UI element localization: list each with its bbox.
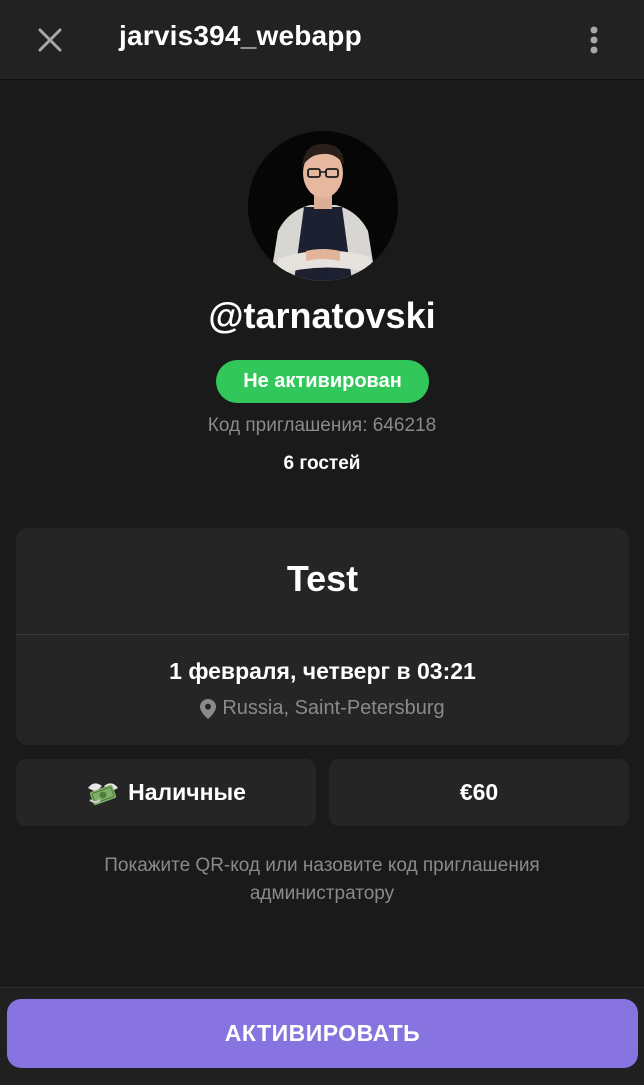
- event-location: Russia, Saint-Petersburg: [16, 697, 629, 720]
- card-divider: [16, 634, 629, 635]
- close-button[interactable]: [28, 18, 72, 62]
- payment-method-label: Наличные: [128, 779, 246, 805]
- payment-method: Наличные: [16, 759, 316, 826]
- price-box: €60: [329, 759, 629, 826]
- app-header: jarvis394_webapp: [0, 0, 644, 80]
- location-pin-icon: [200, 698, 217, 719]
- status-badge: Не активирован: [216, 360, 429, 403]
- money-with-wings-icon: [88, 782, 119, 805]
- close-icon: [38, 28, 62, 52]
- event-title: Test: [286, 558, 359, 599]
- event-date: 1 февраля, четверг в 03:21: [169, 658, 476, 684]
- price-value: €60: [459, 779, 499, 805]
- activate-button[interactable]: АКТИВИРОВАТЬ: [7, 999, 638, 1068]
- event-card: Test 1 февраля, четверг в 03:21 Russia, …: [16, 528, 629, 745]
- hint-text: Покажите QR-код или назовите код приглаш…: [104, 855, 540, 904]
- more-vertical-icon: [590, 26, 598, 54]
- avatar-photo: [248, 131, 398, 281]
- more-menu-button[interactable]: [574, 18, 614, 62]
- app-title: jarvis394_webapp: [119, 20, 362, 51]
- username: @tarnatovski: [208, 295, 436, 336]
- event-location-text: Russia, Saint-Petersburg: [222, 697, 445, 719]
- guests-count: 6 гостей: [283, 453, 361, 474]
- invite-code: Код приглашения: 646218: [207, 415, 437, 436]
- avatar: [248, 131, 398, 281]
